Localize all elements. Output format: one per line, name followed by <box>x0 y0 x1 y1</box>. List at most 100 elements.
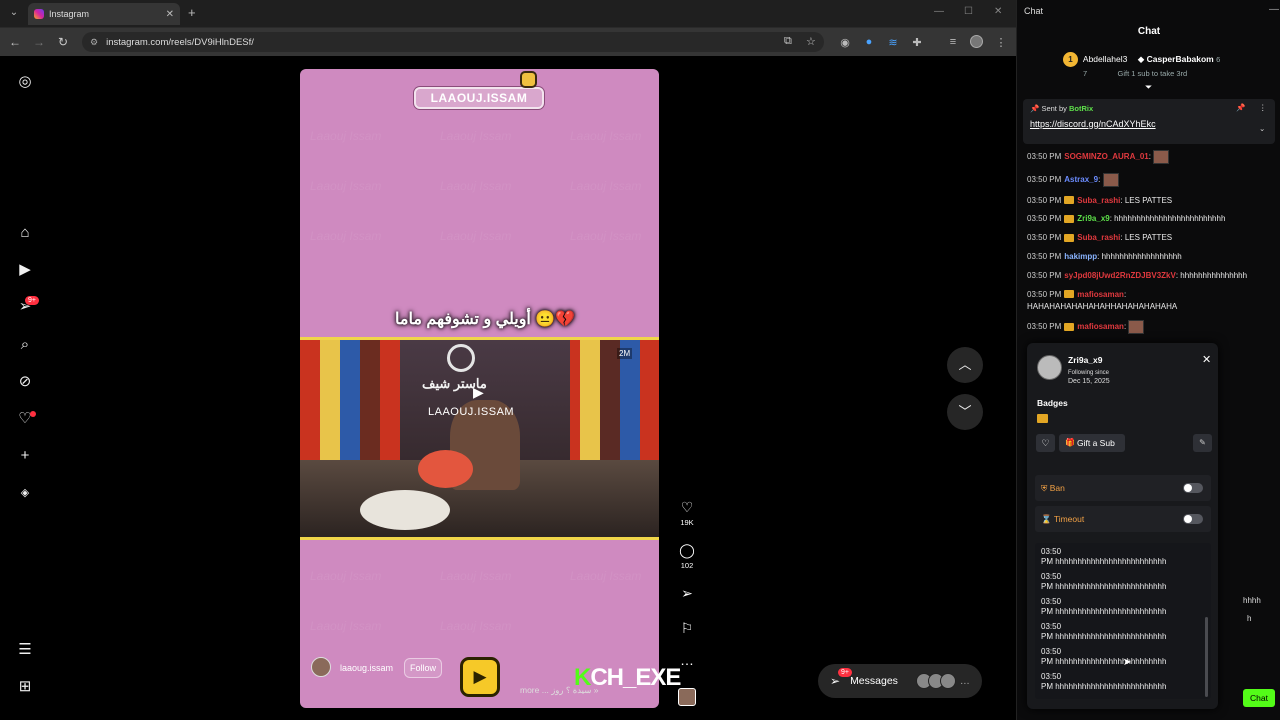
minimize-icon[interactable]: — <box>1269 4 1279 15</box>
chat-message[interactable]: 03:50 PM syJpd08jUwd2RnZDJBV3ZkV: hhhhhhh… <box>1027 271 1277 281</box>
message-username[interactable]: syJpd08jUwd2RnZDJBV3ZkV <box>1064 271 1176 280</box>
extensions-puzzle-icon[interactable]: ✚ <box>910 36 924 49</box>
site-info-icon[interactable]: ⚙ <box>90 37 98 48</box>
more-dots-icon[interactable]: … <box>678 652 696 668</box>
profile-avatar[interactable] <box>970 35 983 48</box>
unpin-icon[interactable]: 📌 <box>1236 103 1245 112</box>
new-tab-icon[interactable]: + <box>188 5 196 20</box>
ban-row: ⛨ Ban <box>1035 475 1211 501</box>
chat-message[interactable]: 03:50 PM hakimpp: hhhhhhhhhhhhhhhhhh <box>1027 252 1277 262</box>
sub-badge-icon <box>1064 323 1075 332</box>
next-reel-icon[interactable]: ﹀ <box>947 394 983 430</box>
history-time: 03:50 <box>1041 572 1062 581</box>
meta-ai-icon[interactable]: ◈ <box>15 483 35 503</box>
message-username[interactable]: Zri9a_x9 <box>1077 214 1109 223</box>
chat-message[interactable]: 03:50 PM mafiosaman: <box>1027 290 1277 300</box>
search-icon[interactable]: ⌕ <box>15 335 35 355</box>
reels-icon[interactable]: ▶ <box>15 260 35 280</box>
pinned-link[interactable]: https://discord.gg/nCAdXYhEkc <box>1030 119 1268 129</box>
message-username[interactable]: SOGMINZO_AURA_01 <box>1064 152 1148 161</box>
filter-icon[interactable]: ⏷ <box>1145 82 1152 93</box>
mention-icon[interactable]: ✎ <box>1193 434 1212 452</box>
history-text: PM hhhhhhhhhhhhhhhhhhhhhhhhh <box>1041 682 1167 691</box>
bookmark-icon[interactable]: ⚐ <box>678 620 696 637</box>
instagram-logo-icon[interactable]: ◎ <box>15 72 35 92</box>
follow-heart-button[interactable]: ♡ <box>1036 434 1055 452</box>
extension-blue-icon[interactable]: ● <box>862 36 876 48</box>
chat-header: Chat <box>1137 26 1161 37</box>
author-username[interactable]: laaoug.issam <box>340 663 393 673</box>
share-icon[interactable]: ➢ <box>678 585 696 602</box>
comment-icon[interactable]: ◯ <box>678 542 696 559</box>
chat-message[interactable]: 03:50 PM SOGMINZO_AURA_01: <box>1027 150 1277 164</box>
back-icon[interactable]: ← <box>8 35 22 49</box>
message-username[interactable]: Suba_rashi <box>1077 196 1120 205</box>
top-gifter-1[interactable]: Abdellahel3 <box>1083 54 1127 64</box>
previous-reel-icon[interactable]: ︿ <box>947 347 983 383</box>
save-action[interactable]: ⚐ <box>678 620 696 637</box>
like-count: 19K <box>680 518 694 527</box>
history-time: 03:50 <box>1041 597 1062 606</box>
bg-watermark: Laaouj Issam <box>310 619 382 633</box>
chat-button[interactable]: Chat <box>1243 689 1275 707</box>
close-icon[interactable]: ✕ <box>1202 353 1211 366</box>
more-apps-icon[interactable]: ⊞ <box>15 677 35 697</box>
audio-thumbnail[interactable] <box>678 688 696 706</box>
menu-hamburger-icon[interactable]: ☰ <box>15 640 35 660</box>
instagram-favicon-icon <box>34 9 44 19</box>
messages-button[interactable]: ➢ 9+ Messages … <box>818 664 982 698</box>
comment-action[interactable]: ◯ 102 <box>678 542 696 570</box>
bg-watermark: Laaouj Issam <box>440 129 512 143</box>
chat-message[interactable]: 03:50 PM Suba_rashi: LES PATTES <box>1027 233 1277 243</box>
close-tab-icon[interactable]: ✕ <box>166 9 174 20</box>
pinned-user[interactable]: BotRix <box>1069 104 1093 113</box>
chat-message[interactable]: 03:50 PM mafiosaman: <box>1027 320 1277 335</box>
bookmark-star-icon[interactable]: ☆ <box>806 35 816 48</box>
create-icon[interactable]: + <box>15 446 35 466</box>
reload-icon[interactable]: ↻ <box>56 35 70 49</box>
heart-icon[interactable]: ♡ <box>678 499 696 516</box>
follow-button[interactable]: Follow <box>404 658 442 678</box>
user-name[interactable]: Zri9a_x9 <box>1068 355 1103 365</box>
explore-icon[interactable]: ⊘ <box>15 372 35 392</box>
maximize-icon[interactable]: ☐ <box>964 6 973 17</box>
close-window-icon[interactable]: ✕ <box>994 6 1002 17</box>
install-app-icon[interactable]: ⧉ <box>784 35 792 48</box>
extension-icon[interactable]: ◉ <box>838 36 852 49</box>
message-username[interactable]: mafiosaman <box>1077 322 1124 331</box>
share-action[interactable]: ➢ <box>678 585 696 602</box>
more-options[interactable]: … <box>678 652 696 668</box>
extension-wave-icon[interactable]: ≋ <box>886 36 900 49</box>
scrollbar[interactable] <box>1205 617 1208 697</box>
gift-sub-button[interactable]: 🎁 Gift a Sub <box>1059 434 1125 452</box>
media-control-icon[interactable]: ≡ <box>946 36 960 48</box>
minimize-icon[interactable]: — <box>934 6 944 17</box>
message-time: 03:50 PM <box>1027 152 1062 162</box>
expand-chevron-icon[interactable]: ⌄ <box>1259 124 1265 133</box>
message-username[interactable]: Suba_rashi <box>1077 233 1120 242</box>
ban-toggle[interactable] <box>1183 483 1203 493</box>
tab-search-icon[interactable]: ⌄ <box>6 5 22 21</box>
message-username[interactable]: hakimpp <box>1064 252 1097 261</box>
menu-kebab-icon[interactable]: ⋮ <box>994 36 1008 49</box>
author-avatar[interactable] <box>311 657 331 677</box>
chat-message[interactable]: 03:50 PM Zri9a_x9: hhhhhhhhhhhhhhhhhhhhhh… <box>1027 214 1277 224</box>
creator-tag: LAAOUJ.ISSAM <box>414 87 544 109</box>
top-gifter-2[interactable]: CasperBabakom <box>1147 54 1214 64</box>
bg-watermark: Laaouj Issam <box>440 229 512 243</box>
message-username[interactable]: Astrax_9 <box>1064 175 1098 184</box>
url-field[interactable]: ⚙ instagram.com/reels/DV9iHlnDESf/ ⧉ ☆ <box>82 32 824 52</box>
chat-message[interactable]: 03:50 PM Suba_rashi: LES PATTES <box>1027 196 1277 206</box>
messages-badge: 9+ <box>838 668 852 677</box>
forward-icon[interactable]: → <box>32 35 46 49</box>
like-action[interactable]: ♡ 19K <box>678 499 696 527</box>
chat-message[interactable]: 03:50 PM Astrax_9: <box>1027 172 1277 187</box>
chat-message[interactable]: HAHAHAHAHAHAHAHHAHAHAHAHAHA <box>1027 302 1277 312</box>
timeout-toggle[interactable] <box>1183 514 1203 524</box>
gifter-row-2: 7 Gift 1 sub to take 3rd <box>1083 68 1220 78</box>
home-icon[interactable]: ⌂ <box>15 223 35 243</box>
message-username[interactable]: mafiosaman <box>1077 290 1124 299</box>
reel-video[interactable]: Laaouj Issam Laaouj Issam Laaouj Issam L… <box>300 69 659 708</box>
pinned-menu-icon[interactable]: ⋮ <box>1259 103 1267 112</box>
tab-instagram[interactable]: Instagram ✕ <box>28 3 180 25</box>
